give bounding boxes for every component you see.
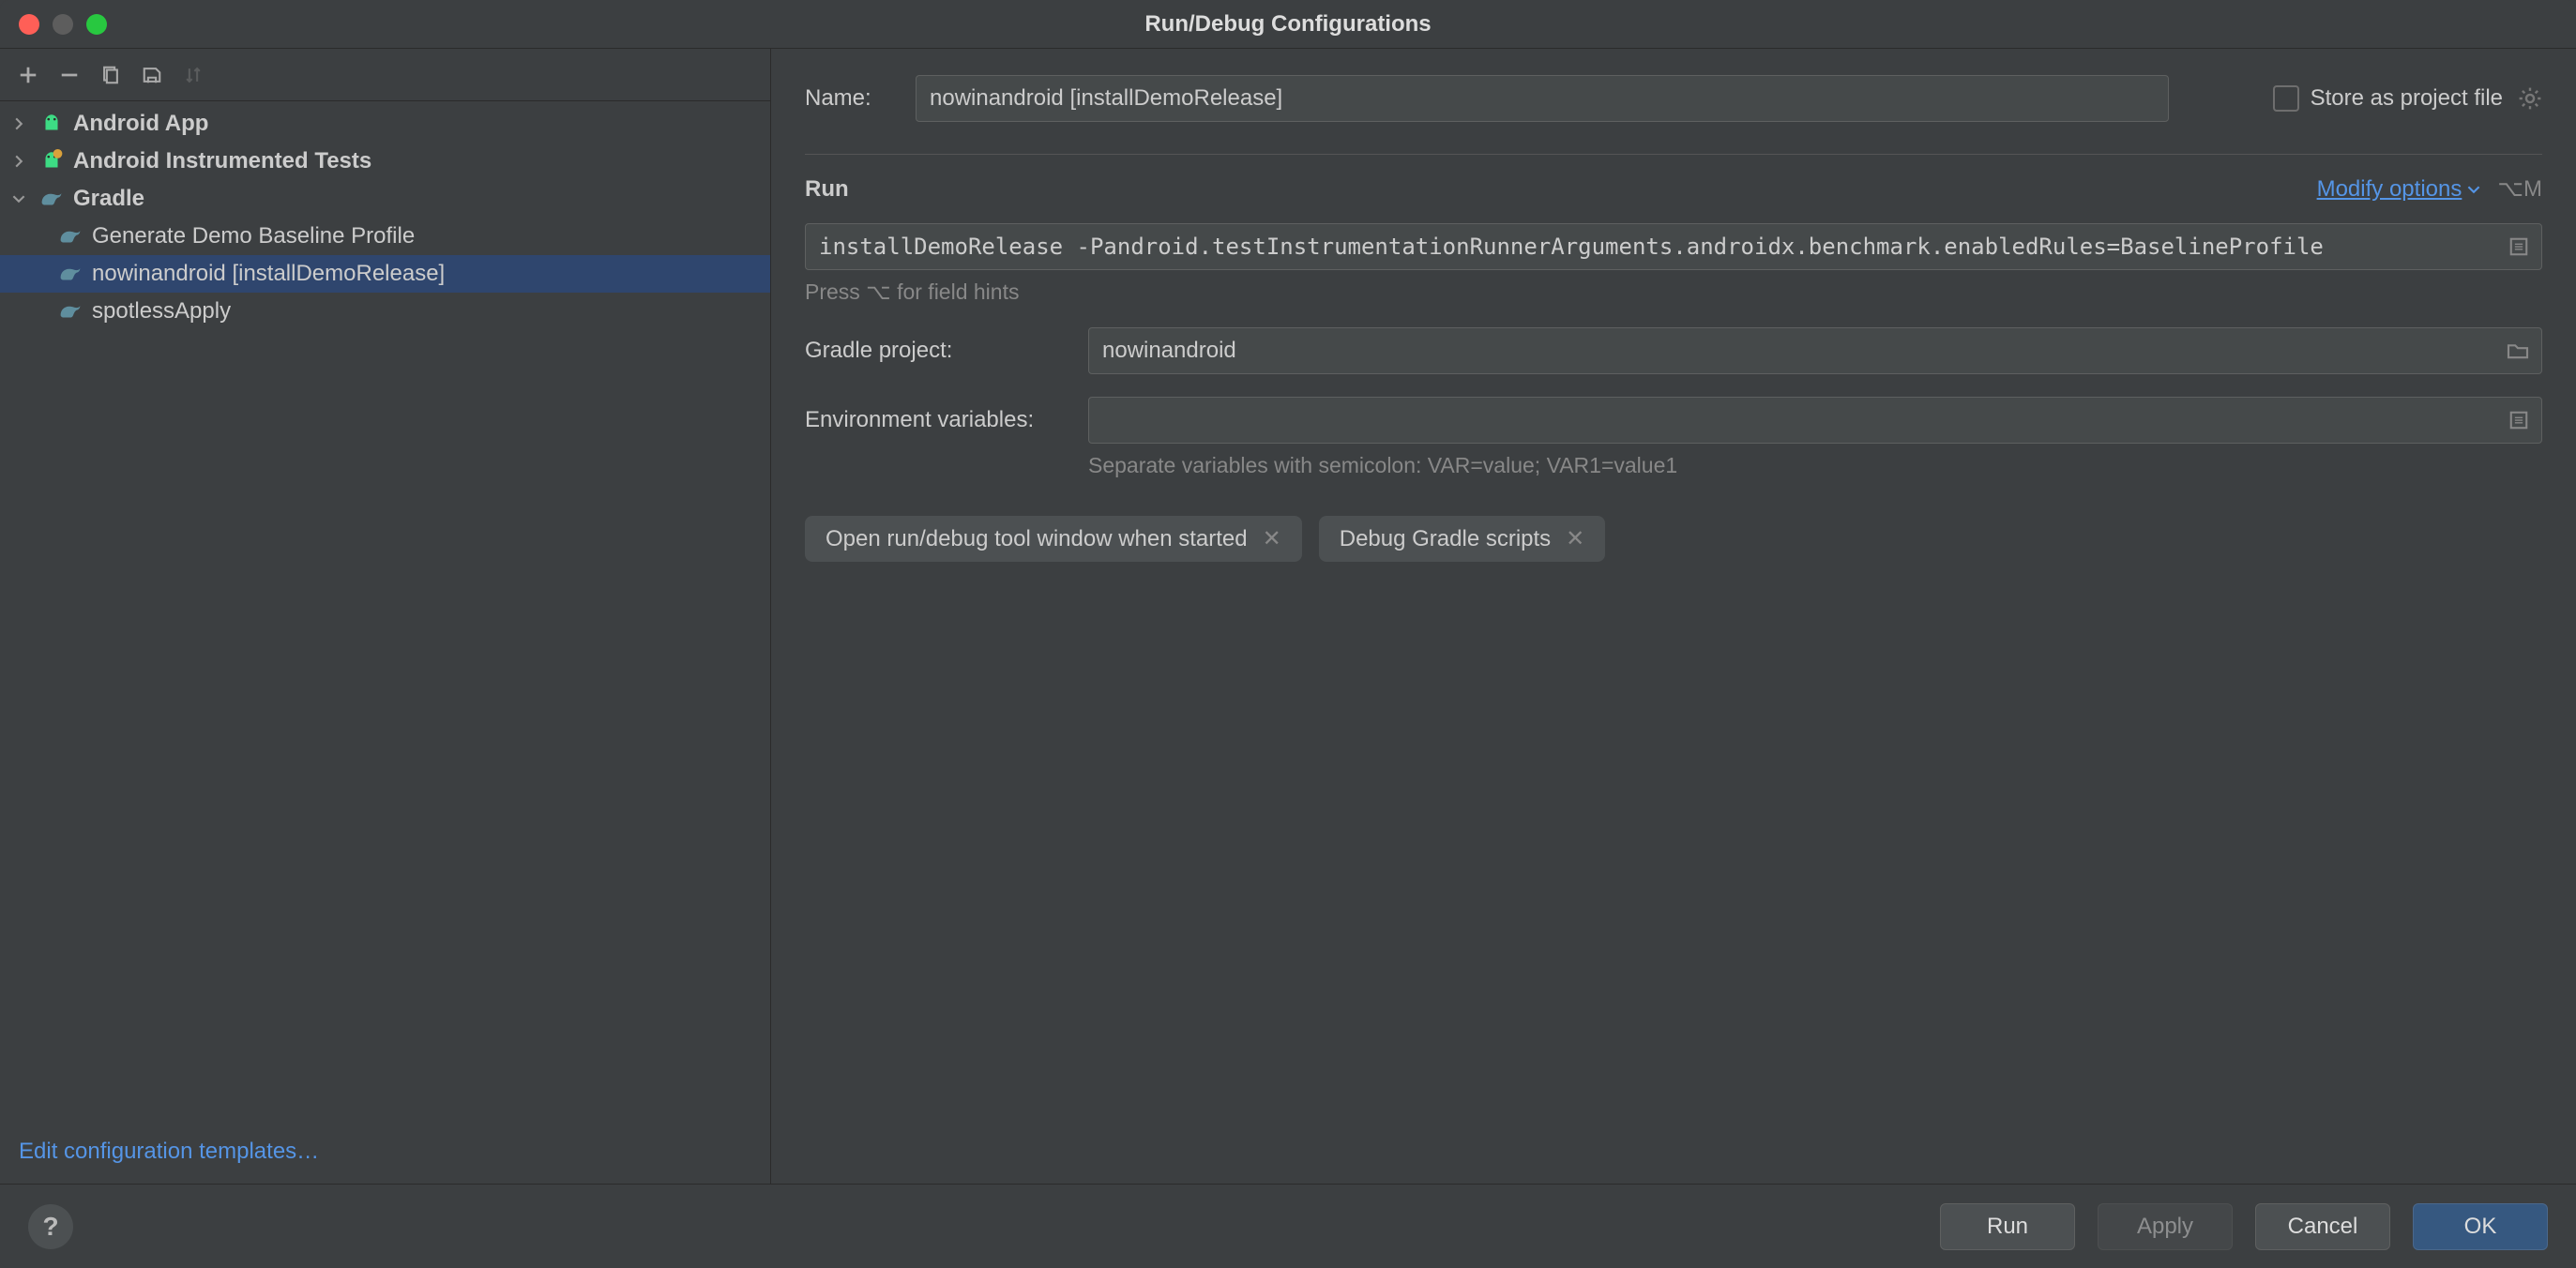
minimize-window-button <box>53 14 73 35</box>
tree-label: Generate Demo Baseline Profile <box>92 223 415 249</box>
title-bar: Run/Debug Configurations <box>0 0 2576 49</box>
pill-label: Open run/debug tool window when started <box>826 526 1248 552</box>
folder-icon[interactable] <box>2507 341 2529 360</box>
pill-label: Debug Gradle scripts <box>1340 526 1551 552</box>
apply-button: Apply <box>2098 1203 2233 1250</box>
name-input[interactable] <box>916 75 2169 122</box>
pill-remove-icon[interactable]: ✕ <box>1566 525 1584 552</box>
remove-config-button[interactable] <box>53 58 86 92</box>
add-config-button[interactable] <box>11 58 45 92</box>
tree-group-android-app[interactable]: Android App <box>0 105 770 143</box>
env-vars-hint: Separate variables with semicolon: VAR=v… <box>1088 453 2542 478</box>
tree-item-spotless[interactable]: spotlessApply <box>0 293 770 330</box>
option-pills: Open run/debug tool window when started … <box>805 516 2542 562</box>
gear-icon[interactable] <box>2518 86 2542 111</box>
maximize-window-button[interactable] <box>86 14 107 35</box>
store-as-project-file-checkbox[interactable] <box>2273 85 2299 112</box>
edit-templates-link[interactable]: Edit configuration templates… <box>19 1139 319 1164</box>
tree-group-android-tests[interactable]: Android Instrumented Tests <box>0 143 770 180</box>
gradle-icon <box>56 302 84 321</box>
tree-label: Android Instrumented Tests <box>73 148 371 174</box>
pill-open-tool-window[interactable]: Open run/debug tool window when started … <box>805 516 1302 562</box>
tree-label: Android App <box>73 111 208 137</box>
help-button[interactable]: ? <box>28 1204 73 1249</box>
main-area: Android App Android Instrumented Tests <box>0 49 2576 1184</box>
store-as-project-file-row[interactable]: Store as project file <box>2273 85 2542 112</box>
run-button[interactable]: Run <box>1940 1203 2075 1250</box>
close-window-button[interactable] <box>19 14 39 35</box>
pill-remove-icon[interactable]: ✕ <box>1263 525 1281 552</box>
gradle-icon <box>56 264 84 283</box>
tasks-hint: Press ⌥ for field hints <box>805 279 2542 305</box>
window-title: Run/Debug Configurations <box>19 11 2557 38</box>
chevron-down-icon <box>8 192 30 205</box>
dialog-window: Run/Debug Configurations <box>0 0 2576 1268</box>
tree-item-generate-demo[interactable]: Generate Demo Baseline Profile <box>0 218 770 255</box>
tasks-input[interactable] <box>805 223 2542 270</box>
android-test-icon <box>38 149 66 174</box>
sidebar-toolbar <box>0 49 770 101</box>
store-as-project-file-label: Store as project file <box>2311 85 2503 112</box>
run-section-header: Run Modify options ⌥M <box>805 175 2542 203</box>
gradle-icon <box>56 227 84 246</box>
traffic-lights <box>19 14 107 35</box>
tree-item-install-demo[interactable]: nowinandroid [installDemoRelease] <box>0 255 770 293</box>
save-config-button[interactable] <box>135 58 169 92</box>
modify-options-label: Modify options <box>2317 176 2462 203</box>
divider <box>805 154 2542 155</box>
pill-debug-gradle[interactable]: Debug Gradle scripts ✕ <box>1319 516 1606 562</box>
copy-config-button[interactable] <box>94 58 128 92</box>
tree-label: spotlessApply <box>92 298 231 325</box>
gradle-project-row: Gradle project: <box>805 327 2542 374</box>
chevron-right-icon <box>8 117 30 130</box>
android-icon <box>38 112 66 136</box>
env-vars-row: Environment variables: Separate variable… <box>805 397 2542 478</box>
expand-icon[interactable] <box>2508 410 2529 430</box>
sidebar: Android App Android Instrumented Tests <box>0 49 771 1184</box>
env-vars-input[interactable] <box>1088 397 2542 444</box>
config-form: Name: Store as project file Run Modify o… <box>771 49 2576 1184</box>
dialog-footer: ? Run Apply Cancel OK <box>0 1184 2576 1268</box>
name-row: Name: Store as project file <box>805 75 2542 122</box>
gradle-project-input-wrap <box>1088 327 2542 374</box>
run-section-title: Run <box>805 176 849 203</box>
gradle-project-input[interactable] <box>1088 327 2542 374</box>
tasks-row: Press ⌥ for field hints <box>805 223 2542 305</box>
env-vars-input-wrap <box>1088 397 2542 444</box>
sort-config-button <box>176 58 210 92</box>
modify-options-shortcut: ⌥M <box>2497 175 2542 203</box>
sidebar-footer: Edit configuration templates… <box>0 1120 770 1184</box>
env-vars-label: Environment variables: <box>805 407 1088 433</box>
name-label: Name: <box>805 85 916 112</box>
tasks-input-wrap <box>805 223 2542 270</box>
tree-group-gradle[interactable]: Gradle <box>0 180 770 218</box>
gradle-icon <box>38 189 66 208</box>
modify-options-link[interactable]: Modify options <box>2317 176 2481 203</box>
tree-label: Gradle <box>73 186 144 212</box>
chevron-right-icon <box>8 155 30 168</box>
gradle-project-label: Gradle project: <box>805 338 1088 364</box>
chevron-down-icon <box>2467 183 2480 196</box>
expand-icon[interactable] <box>2508 236 2529 257</box>
config-tree: Android App Android Instrumented Tests <box>0 101 770 1120</box>
footer-buttons: Run Apply Cancel OK <box>1940 1203 2548 1250</box>
ok-button[interactable]: OK <box>2413 1203 2548 1250</box>
tree-label: nowinandroid [installDemoRelease] <box>92 261 445 287</box>
cancel-button[interactable]: Cancel <box>2255 1203 2390 1250</box>
